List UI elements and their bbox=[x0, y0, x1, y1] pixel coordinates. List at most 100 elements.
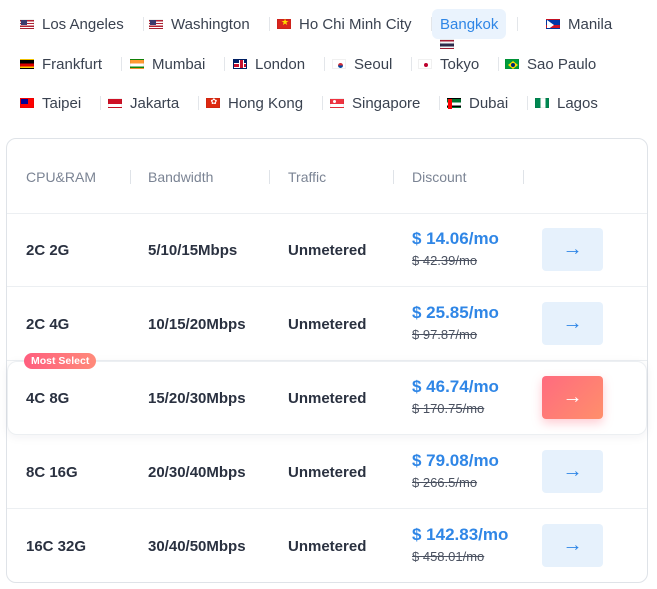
philippines-flag-icon bbox=[546, 19, 560, 29]
germany-flag-icon bbox=[20, 59, 34, 69]
cpu-ram-cell: 16C 32G bbox=[26, 538, 87, 555]
original-price: $ 266.5/mo bbox=[412, 475, 478, 490]
discount-price: $ 142.83/mo bbox=[412, 525, 509, 544]
cpu-ram-cell: 4C 8G bbox=[26, 390, 70, 407]
traffic-cell: Unmetered bbox=[288, 242, 367, 259]
location-frankfurt[interactable]: Frankfurt bbox=[12, 49, 123, 79]
uae-flag-icon bbox=[447, 98, 461, 109]
location-mumbai[interactable]: Mumbai bbox=[122, 49, 226, 79]
order-button[interactable]: → bbox=[542, 524, 603, 567]
location-label: Frankfurt bbox=[42, 55, 103, 73]
location-singapore[interactable]: Singapore bbox=[322, 88, 441, 118]
table-row: 16C 32G 30/40/50Mbps Unmetered $ 142.83/… bbox=[7, 509, 647, 583]
bandwidth-cell: 5/10/15Mbps bbox=[148, 242, 238, 259]
arrow-right-icon: → bbox=[562, 386, 583, 408]
bandwidth-cell: 15/20/30Mbps bbox=[148, 390, 246, 407]
order-button[interactable]: → bbox=[542, 376, 603, 419]
location-label: Hong Kong bbox=[228, 94, 304, 112]
table-header: CPU&RAM Bandwidth Traffic Discount bbox=[7, 139, 647, 214]
header-divider bbox=[393, 170, 394, 184]
table-row: 2C 4G 10/15/20Mbps Unmetered $ 25.85/mo … bbox=[7, 287, 647, 361]
order-button[interactable]: → bbox=[542, 302, 603, 345]
location-sao-paulo[interactable]: Sao Paulo bbox=[497, 49, 604, 79]
table-row: 2C 2G 5/10/15Mbps Unmetered $ 14.06/mo $… bbox=[7, 213, 647, 287]
location-washington[interactable]: Washington bbox=[141, 9, 270, 39]
location-tokyo[interactable]: Tokyo bbox=[410, 49, 500, 79]
table-row: 8C 16G 20/30/40Mbps Unmetered $ 79.08/mo… bbox=[7, 435, 647, 509]
header-divider bbox=[269, 170, 270, 184]
india-flag-icon bbox=[130, 59, 144, 69]
us-flag-icon bbox=[149, 19, 163, 29]
vietnam-flag-icon bbox=[277, 17, 291, 29]
original-price: $ 97.87/mo bbox=[412, 327, 478, 342]
location-label: Bangkok bbox=[440, 15, 499, 33]
location-manila[interactable]: Manila bbox=[538, 9, 620, 39]
table-row-featured: Most Select 4C 8G 15/20/30Mbps Unmetered… bbox=[7, 353, 647, 435]
bandwidth-cell: 10/15/20Mbps bbox=[148, 316, 246, 333]
location-label: Washington bbox=[171, 15, 250, 33]
discount-price: $ 79.08/mo bbox=[412, 451, 499, 470]
header-divider bbox=[130, 170, 131, 184]
traffic-cell: Unmetered bbox=[288, 390, 367, 407]
order-button[interactable]: → bbox=[542, 450, 603, 493]
header-traffic: Traffic bbox=[288, 169, 327, 185]
traffic-cell: Unmetered bbox=[288, 538, 367, 555]
nigeria-flag-icon bbox=[535, 98, 549, 108]
arrow-right-icon: → bbox=[562, 460, 583, 482]
order-button[interactable]: → bbox=[542, 228, 603, 271]
location-label: Singapore bbox=[352, 94, 421, 112]
arrow-right-icon: → bbox=[562, 534, 583, 556]
original-price: $ 458.01/mo bbox=[412, 549, 485, 564]
original-price: $ 170.75/mo bbox=[412, 401, 485, 416]
location-label: Tokyo bbox=[440, 55, 480, 73]
location-ho-chi-minh-city[interactable]: Ho Chi Minh City bbox=[269, 9, 432, 39]
location-los-angeles[interactable]: Los Angeles bbox=[12, 9, 144, 39]
south-korea-flag-icon bbox=[332, 59, 346, 69]
location-label: Dubai bbox=[469, 94, 509, 112]
arrow-right-icon: → bbox=[562, 312, 583, 334]
discount-price: $ 25.85/mo bbox=[412, 303, 499, 322]
location-label: Taipei bbox=[42, 94, 82, 112]
location-london[interactable]: London bbox=[225, 49, 326, 79]
cpu-ram-cell: 2C 2G bbox=[26, 242, 70, 259]
discount-price: $ 46.74/mo bbox=[412, 377, 499, 396]
location-label: Jakarta bbox=[130, 94, 180, 112]
location-hong-kong[interactable]: Hong Kong bbox=[198, 88, 324, 118]
traffic-cell: Unmetered bbox=[288, 464, 367, 481]
location-label: Ho Chi Minh City bbox=[299, 15, 412, 33]
original-price: $ 42.39/mo bbox=[412, 253, 478, 268]
header-discount: Discount bbox=[412, 169, 467, 185]
location-label: Seoul bbox=[354, 55, 393, 73]
header-divider bbox=[523, 170, 524, 184]
thailand-flag-icon bbox=[440, 39, 454, 49]
location-label: Manila bbox=[568, 15, 613, 33]
bandwidth-cell: 20/30/40Mbps bbox=[148, 464, 246, 481]
traffic-cell: Unmetered bbox=[288, 316, 367, 333]
location-seoul[interactable]: Seoul bbox=[324, 49, 413, 79]
location-lagos[interactable]: Lagos bbox=[527, 88, 606, 118]
pricing-table: CPU&RAM Bandwidth Traffic Discount 2C 2G… bbox=[6, 138, 648, 583]
singapore-flag-icon bbox=[330, 98, 344, 108]
location-label: Los Angeles bbox=[42, 15, 124, 33]
location-bangkok[interactable]: Bangkok bbox=[432, 9, 519, 49]
location-taipei[interactable]: Taipei bbox=[12, 88, 102, 118]
location-jakarta[interactable]: Jakarta bbox=[100, 88, 200, 118]
brazil-flag-icon bbox=[505, 59, 519, 69]
cpu-ram-cell: 8C 16G bbox=[26, 464, 78, 481]
hong-kong-flag-icon bbox=[206, 97, 220, 108]
arrow-right-icon: → bbox=[562, 238, 583, 260]
taiwan-flag-icon bbox=[20, 98, 34, 108]
discount-price: $ 14.06/mo bbox=[412, 229, 499, 248]
indonesia-flag-icon bbox=[108, 98, 122, 108]
cpu-ram-cell: 2C 4G bbox=[26, 316, 70, 333]
bandwidth-cell: 30/40/50Mbps bbox=[148, 538, 246, 555]
header-bandwidth: Bandwidth bbox=[148, 169, 214, 185]
location-label: Lagos bbox=[557, 94, 598, 112]
location-dubai[interactable]: Dubai bbox=[439, 88, 529, 118]
location-selector: Los Angeles Washington Ho Chi Minh City … bbox=[0, 0, 657, 132]
uk-flag-icon bbox=[233, 59, 247, 69]
location-label: London bbox=[255, 55, 306, 73]
location-label: Mumbai bbox=[152, 55, 206, 73]
us-flag-icon bbox=[20, 19, 34, 29]
japan-flag-icon bbox=[418, 59, 432, 69]
